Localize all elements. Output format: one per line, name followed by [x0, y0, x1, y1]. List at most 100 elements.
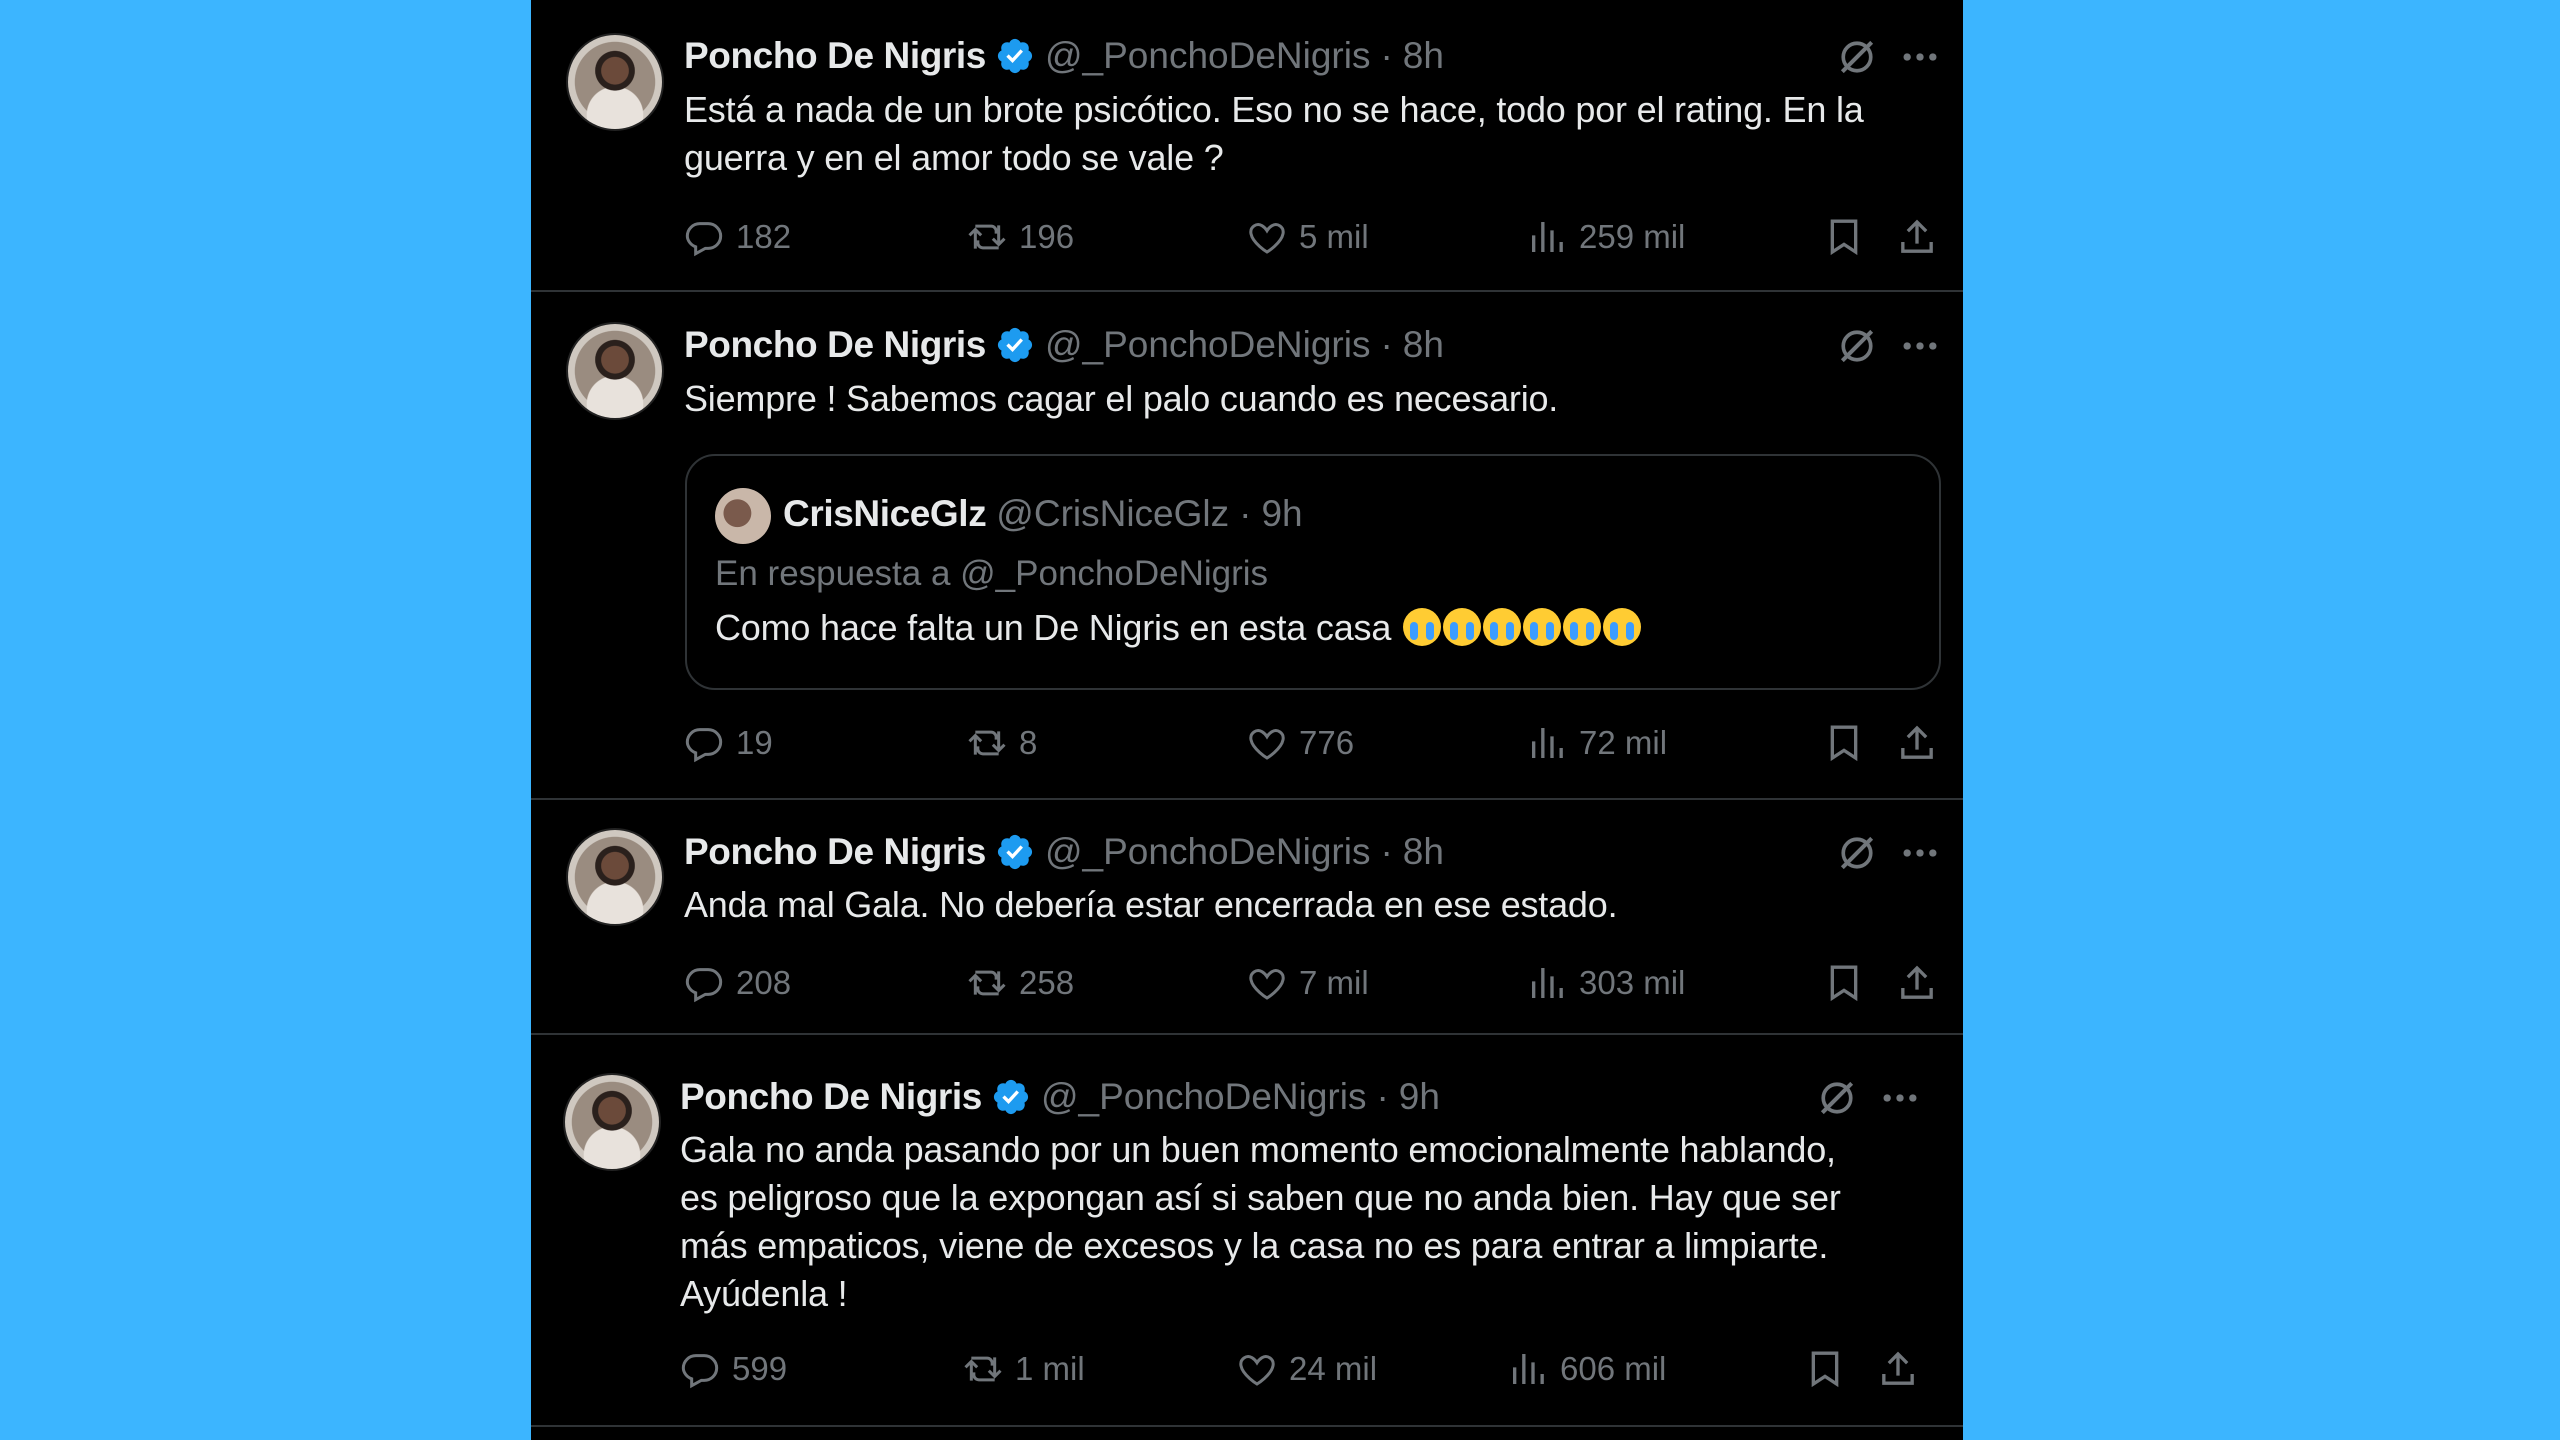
views-button[interactable]: 259 mil: [1527, 212, 1685, 262]
share-icon: [1897, 723, 1937, 763]
separator-dot: ·: [1376, 1076, 1389, 1117]
like-button[interactable]: 7 mil: [1247, 958, 1369, 1008]
quoted-tweet[interactable]: CrisNiceGlz @CrisNiceGlz · 9h En respues…: [685, 454, 1941, 690]
like-count: 24 mil: [1289, 1350, 1378, 1387]
more-icon[interactable]: [1898, 324, 1942, 368]
views-button[interactable]: 72 mil: [1527, 718, 1667, 768]
crying-emoji-icon: [1562, 608, 1601, 646]
author-handle[interactable]: @_PonchoDeNigris: [1045, 323, 1370, 367]
repost-count: 1 mil: [1015, 1350, 1085, 1387]
views-button[interactable]: 303 mil: [1527, 958, 1685, 1008]
verified-badge-icon: [995, 325, 1035, 365]
tweet[interactable]: Poncho De Nigris @_PonchoDeNigris · 8h S…: [531, 292, 1963, 800]
avatar[interactable]: [566, 33, 664, 131]
timestamp[interactable]: 8h: [1403, 323, 1444, 367]
repost-button[interactable]: 8: [967, 718, 1037, 768]
views-count: 72 mil: [1579, 724, 1668, 761]
repost-button[interactable]: 196: [967, 212, 1074, 262]
like-icon: [1247, 723, 1287, 763]
quoted-author-name[interactable]: CrisNiceGlz: [783, 492, 987, 536]
tweet-text-line: más empaticos, viene de excesos y la cas…: [680, 1225, 1829, 1266]
repost-icon: [967, 963, 1007, 1003]
repost-count: 196: [1019, 218, 1075, 255]
share-button[interactable]: [1897, 718, 1937, 768]
reply-button[interactable]: 19: [684, 718, 773, 768]
reply-count: 182: [736, 218, 792, 255]
quoted-timestamp[interactable]: 9h: [1261, 492, 1302, 536]
bookmark-icon: [1824, 723, 1864, 763]
share-button[interactable]: [1897, 958, 1937, 1008]
author-handle[interactable]: @_PonchoDeNigris: [1045, 34, 1370, 78]
avatar[interactable]: [566, 828, 664, 926]
views-button[interactable]: 606 mil: [1508, 1344, 1666, 1394]
like-button[interactable]: 24 mil: [1237, 1344, 1377, 1394]
like-count: 7 mil: [1299, 964, 1369, 1001]
separator-dot: ·: [1380, 831, 1393, 872]
reply-icon: [680, 1349, 720, 1389]
views-icon: [1527, 723, 1567, 763]
crying-emoji-icon: [1522, 608, 1561, 646]
repost-icon: [967, 723, 1007, 763]
action-bar: 182 196 5 mil 259 mil: [684, 212, 1944, 262]
grok-icon[interactable]: [1835, 831, 1879, 875]
avatar[interactable]: [563, 1073, 661, 1171]
author-name[interactable]: Poncho De Nigris: [680, 1075, 982, 1119]
author-name[interactable]: Poncho De Nigris: [684, 34, 986, 78]
repost-button[interactable]: 1 mil: [963, 1344, 1085, 1394]
like-button[interactable]: 5 mil: [1247, 212, 1369, 262]
grok-icon[interactable]: [1835, 324, 1879, 368]
author-handle[interactable]: @_PonchoDeNigris: [1045, 830, 1370, 874]
repost-button[interactable]: 258: [967, 958, 1074, 1008]
tweet[interactable]: Poncho De Nigris @_PonchoDeNigris · 8h E…: [531, 0, 1963, 292]
reply-to-label: En respuesta a @_PonchoDeNigris: [715, 554, 1269, 593]
bookmark-button[interactable]: [1824, 212, 1864, 262]
more-icon[interactable]: [1898, 35, 1942, 79]
share-icon: [1897, 217, 1937, 257]
views-icon: [1527, 963, 1567, 1003]
tweet-text-line: guerra y en el amor todo se vale ?: [684, 137, 1224, 178]
tweet-text-line: Ayúdenla !: [680, 1273, 848, 1314]
timestamp[interactable]: 8h: [1403, 34, 1444, 78]
reply-count: 19: [736, 724, 773, 761]
more-icon[interactable]: [1898, 831, 1942, 875]
quoted-text-body: Como hace falta un De Nigris en esta cas…: [715, 607, 1392, 648]
verified-badge-icon: [995, 36, 1035, 76]
grok-icon[interactable]: [1835, 35, 1879, 79]
views-count: 303 mil: [1579, 964, 1686, 1001]
reply-button[interactable]: 208: [684, 958, 791, 1008]
more-icon[interactable]: [1878, 1076, 1922, 1120]
grok-icon[interactable]: [1815, 1076, 1859, 1120]
crying-emoji-icon: [1402, 608, 1441, 646]
action-bar: 599 1 mil 24 mil 606 mil: [680, 1344, 1930, 1394]
author-name[interactable]: Poncho De Nigris: [684, 323, 986, 367]
quoted-avatar[interactable]: [715, 488, 771, 544]
reply-count: 208: [736, 964, 792, 1001]
bookmark-button[interactable]: [1805, 1344, 1845, 1394]
crying-emoji-icon: [1482, 608, 1521, 646]
tweet-text-line: Gala no anda pasando por un buen momento…: [680, 1129, 1836, 1170]
bookmark-icon: [1805, 1349, 1845, 1389]
bookmark-button[interactable]: [1824, 958, 1864, 1008]
timestamp[interactable]: 9h: [1399, 1075, 1440, 1119]
share-button[interactable]: [1878, 1344, 1918, 1394]
timestamp[interactable]: 8h: [1403, 830, 1444, 874]
share-button[interactable]: [1897, 212, 1937, 262]
quoted-author-handle[interactable]: @CrisNiceGlz: [996, 492, 1229, 536]
author-name[interactable]: Poncho De Nigris: [684, 830, 986, 874]
separator-dot: ·: [1239, 493, 1252, 534]
bookmark-button[interactable]: [1824, 718, 1864, 768]
author-handle[interactable]: @_PonchoDeNigris: [1041, 1075, 1366, 1119]
quoted-text: Como hace falta un De Nigris en esta cas…: [715, 604, 1641, 652]
like-button[interactable]: 776: [1247, 718, 1354, 768]
separator-dot: ·: [1380, 324, 1393, 365]
tweet[interactable]: Poncho De Nigris @_PonchoDeNigris · 9h G…: [531, 1035, 1963, 1427]
avatar[interactable]: [566, 322, 664, 420]
repost-icon: [967, 217, 1007, 257]
tweet-text: Anda mal Gala. No debería estar encerrad…: [684, 881, 1618, 929]
tweet-text: Gala no anda pasando por un buen momento…: [680, 1126, 1841, 1318]
reply-button[interactable]: 599: [680, 1344, 787, 1394]
like-count: 776: [1299, 724, 1355, 761]
reply-button[interactable]: 182: [684, 212, 791, 262]
like-icon: [1247, 963, 1287, 1003]
tweet[interactable]: Poncho De Nigris @_PonchoDeNigris · 8h A…: [531, 800, 1963, 1035]
